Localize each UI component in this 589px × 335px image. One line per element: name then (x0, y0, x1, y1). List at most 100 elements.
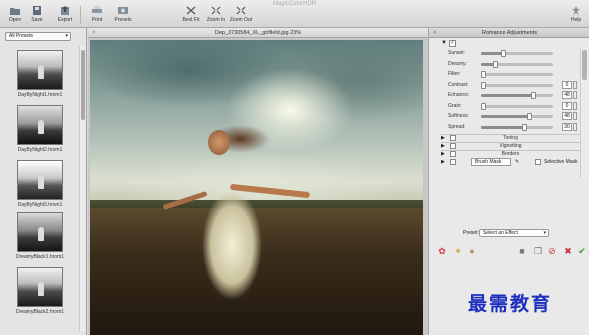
adjustment-slider[interactable] (481, 50, 553, 57)
copy-icon[interactable]: ❐ (533, 246, 543, 256)
scrollbar-thumb[interactable] (81, 50, 85, 120)
slider-handle[interactable] (522, 123, 528, 131)
adjustment-value-field[interactable]: 48 (562, 112, 572, 120)
presets-button[interactable]: Presets (108, 6, 138, 26)
adjustment-row: Sunset: (448, 49, 578, 58)
slider-handle[interactable] (481, 71, 486, 78)
slider-fill (481, 52, 503, 55)
apply-check-icon[interactable]: ✔ (577, 246, 587, 256)
brush-mask-button[interactable]: Brush Mask (471, 158, 511, 166)
enable-checkbox[interactable]: ✓ (449, 40, 456, 47)
save-button[interactable]: Save (22, 6, 52, 26)
preset-thumbnail (17, 50, 63, 90)
save-icon (33, 6, 41, 15)
adjustment-label: Sunset: (448, 50, 465, 56)
scrollbar-thumb[interactable] (582, 50, 587, 80)
preset-thumbnail (17, 212, 63, 252)
zoom-out-button[interactable]: Zoom Out (226, 6, 256, 26)
mask-row: ▶ Brush Mask ✎ Selective Mask (441, 158, 578, 166)
eraser-icon[interactable]: ■ (517, 246, 527, 256)
adjustment-slider[interactable] (481, 81, 553, 89)
preset-item[interactable]: DreamyBlack2.hrom1 (8, 267, 72, 315)
adjustment-slider[interactable] (481, 123, 553, 131)
adjustment-label: Filter: (448, 71, 461, 77)
value-stepper[interactable] (573, 122, 577, 131)
slider-handle[interactable] (481, 102, 486, 110)
document-area: × Dep_3730584_XL_girlfield.jpg 23% (88, 28, 428, 335)
zoom-out-icon (236, 6, 246, 15)
zoom-in-icon (211, 6, 221, 15)
app-window: MagicColorHDR Open Save Export Print Pre… (0, 0, 589, 335)
adjustment-label: Grain: (448, 102, 462, 109)
slider-fill (481, 115, 529, 118)
disclosure-triangle-icon[interactable]: ▼ (441, 40, 447, 46)
adjustment-row: Softness: 48 (448, 112, 578, 121)
adjustment-value-field[interactable]: 30 (562, 122, 572, 131)
preset-item[interactable]: DayByNight2.hrom1 (8, 105, 72, 153)
close-icon[interactable]: × (433, 28, 437, 38)
cancel-icon[interactable]: ✖ (563, 246, 573, 256)
presets-icon (118, 7, 128, 14)
drop-icon[interactable]: ● (467, 246, 477, 256)
chevron-down-icon: ▾ (543, 230, 546, 236)
section-borders[interactable]: ▶ Borders (441, 150, 580, 157)
adjustments-scrollbar[interactable] (580, 48, 588, 178)
no-entry-icon[interactable]: ⊘ (547, 246, 557, 256)
slider-fill (481, 125, 525, 129)
value-stepper[interactable] (573, 101, 577, 110)
preset-item[interactable]: DayByNight3.hrom1 (8, 160, 72, 208)
help-button[interactable]: Help (564, 6, 588, 26)
preset-item[interactable]: DayByNight1.hrom1 (8, 50, 72, 98)
value-stepper[interactable] (573, 91, 577, 99)
help-icon (572, 6, 580, 15)
best-fit-icon (186, 6, 196, 15)
disclosure-triangle-icon[interactable]: ▶ (441, 159, 445, 165)
slider-handle[interactable] (530, 92, 536, 99)
preset-thumbnail (17, 267, 63, 307)
slider-handle[interactable] (526, 113, 532, 120)
toolbar: MagicColorHDR Open Save Export Print Pre… (0, 0, 589, 28)
adjustment-row: Enhance: 48 (448, 91, 578, 100)
slider-handle[interactable] (481, 81, 486, 89)
preset-thumbnail (17, 160, 63, 200)
section-toning[interactable]: ▶ Toning (441, 134, 580, 141)
adjustment-label: Spread: (448, 123, 466, 130)
section-vignetting[interactable]: ▶ Vignetting (441, 142, 580, 149)
star-icon[interactable]: ✶ (453, 246, 463, 256)
effect-preset-row: Preset: Select an Effect ▾ (463, 229, 583, 238)
value-stepper[interactable] (573, 112, 577, 120)
preset-thumbnail (17, 105, 63, 145)
preset-item[interactable]: DreamyBlack1.hrom1 (8, 212, 72, 260)
presets-panel: All Presets ▾ DayByNight1.hrom1 DayByNig… (0, 28, 87, 335)
selective-mask-checkbox[interactable] (535, 159, 541, 165)
adjustment-row: Grain: 0 (448, 101, 578, 111)
document-titlebar: × Dep_3730584_XL_girlfield.jpg 23% (88, 28, 428, 38)
adjustment-label: Dreamy: (448, 60, 467, 67)
adjustments-titlebar: × Romance Adjustments (429, 28, 589, 38)
adjustment-slider[interactable] (481, 92, 553, 99)
adjustment-row: Contrast: 0 (448, 80, 578, 90)
adjustment-slider[interactable] (481, 113, 553, 120)
adjustment-slider[interactable] (481, 71, 553, 78)
presets-filter-dropdown[interactable]: All Presets ▾ (5, 32, 71, 41)
adjustment-value-field[interactable]: 48 (562, 91, 572, 99)
slider-handle[interactable] (493, 60, 499, 68)
chevron-down-icon: ▾ (65, 33, 68, 39)
photo-canvas[interactable] (90, 40, 423, 335)
watermark-text: 最需教育 (468, 293, 553, 315)
value-stepper[interactable] (573, 80, 577, 89)
presets-scrollbar[interactable] (79, 46, 85, 331)
effect-preset-dropdown[interactable]: Select an Effect ▾ (479, 229, 549, 237)
export-button[interactable]: Export (50, 6, 80, 26)
adjustment-row: Filter: (448, 70, 578, 79)
adjustment-slider[interactable] (481, 102, 553, 110)
adjustment-label: Contrast: (448, 81, 469, 88)
flower-icon[interactable]: ✿ (437, 246, 447, 256)
adjustment-slider[interactable] (481, 60, 553, 68)
brush-mask-checkbox[interactable] (450, 159, 456, 165)
slider-handle[interactable] (500, 50, 506, 57)
close-icon[interactable]: × (92, 28, 96, 38)
brush-icon[interactable]: ✎ (515, 159, 519, 165)
adjustment-value-field[interactable]: 0 (562, 101, 572, 110)
adjustment-value-field[interactable]: 0 (562, 80, 572, 89)
